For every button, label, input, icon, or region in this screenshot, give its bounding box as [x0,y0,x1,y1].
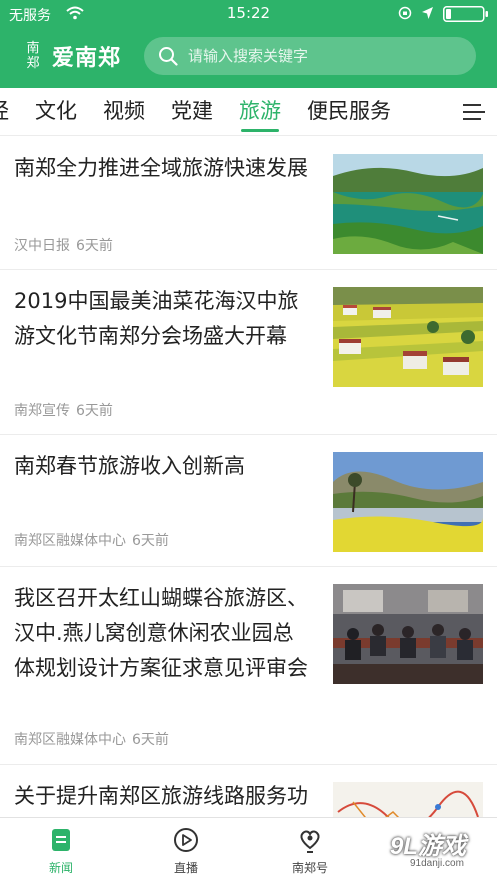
tab-party[interactable]: 党建 [171,88,213,135]
logo-seal-bottom: 郑 [26,56,40,71]
battery-icon [443,6,488,22]
status-bar: 无服务 15:22 [0,0,497,28]
play-icon [174,828,198,852]
location-arrow-icon [422,7,433,19]
news-title: 南郑全力推进全域旅游快速发展 [14,156,308,180]
search-icon [159,47,178,66]
nav-news[interactable]: 新闻 [21,826,101,876]
channel-menu-icon[interactable] [461,100,487,124]
news-item[interactable]: 南郑春节旅游收入创新高 南郑区融媒体中心 6天前 [0,435,497,567]
heart-person-icon [300,830,320,853]
category-tabs: 经 文化 视频 党建 旅游 便民服务 [0,88,497,136]
rotation-lock-icon [398,6,412,20]
news-thumbnail [333,154,483,254]
logo-seal-top: 南 [26,41,40,56]
news-source: 南郑区融媒体中心 [14,533,126,549]
app-logo[interactable]: 南 郑 爱南郑 [18,38,121,74]
news-title: 南郑春节旅游收入创新高 [14,454,245,478]
news-time: 6天前 [76,403,113,419]
news-icon [52,829,70,851]
news-title: 2019中国最美油菜花海汉中旅游文化节南郑分会场盛大开幕 [14,289,299,348]
news-item[interactable]: 我区召开太红山蝴蝶谷旅游区、汉中.燕儿窝创意休闲农业园总体规划设计方案征求意见评… [0,567,497,765]
rapeseed-village-image [333,287,483,387]
meeting-room-image [333,584,483,684]
news-thumbnail [333,782,483,817]
search-input[interactable] [188,47,458,65]
news-item[interactable]: 关于提升南郑区旅游线路服务功能的建议 [0,765,497,817]
app-header: 无服务 15:22 南 郑 爱南郑 [0,0,497,88]
logo-seal: 南 郑 [18,39,48,73]
app-name: 爱南郑 [52,45,122,71]
tab-services[interactable]: 便民服务 [307,88,391,135]
route-map-image [333,782,483,817]
news-meta: 南郑区融媒体中心 6天前 [14,530,169,550]
watermark-logo: 9L游戏 [390,833,467,860]
tab-culture[interactable]: 文化 [35,88,77,135]
nav-live-label: 直播 [173,861,198,875]
tabs-track: 经 文化 视频 党建 旅游 便民服务 [0,88,417,135]
tab-tourism[interactable]: 旅游 [239,88,281,135]
nav-nanzheng-hao-label: 南郑号 [291,861,328,875]
search-bar[interactable] [144,37,476,75]
news-meta: 南郑区融媒体中心 6天前 [14,729,169,749]
news-meta: 汉中日报 6天前 [14,235,113,255]
news-item[interactable]: 南郑全力推进全域旅游快速发展 汉中日报 6天前 [0,137,497,270]
news-source: 南郑宣传 [14,403,70,419]
news-time: 6天前 [132,732,169,748]
news-meta: 南郑宣传 6天前 [14,400,113,420]
nav-news-label: 新闻 [48,861,73,875]
news-thumbnail [333,584,483,684]
lake-landscape-image [333,154,483,254]
news-thumbnail [333,452,483,552]
rapeseed-river-image [333,452,483,552]
news-title: 我区召开太红山蝴蝶谷旅游区、汉中.燕儿窝创意休闲农业园总体规划设计方案征求意见评… [14,586,308,680]
nav-live[interactable]: 直播 [146,826,226,876]
news-thumbnail [333,287,483,387]
news-title: 关于提升南郑区旅游线路服务功能的建议 [14,784,308,808]
news-list: 南郑全力推进全域旅游快速发展 汉中日报 6天前 2019中国最美油菜花海汉中旅游文… [0,137,497,817]
news-item[interactable]: 2019中国最美油菜花海汉中旅游文化节南郑分会场盛大开幕 南郑宣传 6天前 [0,270,497,435]
tab-video[interactable]: 视频 [103,88,145,135]
tab-economy[interactable]: 经 [0,88,9,135]
news-time: 6天前 [132,533,169,549]
watermark-url: 91danji.com [410,858,464,869]
nav-nanzheng-hao[interactable]: 南郑号 [270,826,350,876]
site-watermark: 9L游戏 91danji.com [390,826,490,874]
news-source: 汉中日报 [14,238,70,254]
news-time: 6天前 [76,238,113,254]
news-source: 南郑区融媒体中心 [14,732,126,748]
